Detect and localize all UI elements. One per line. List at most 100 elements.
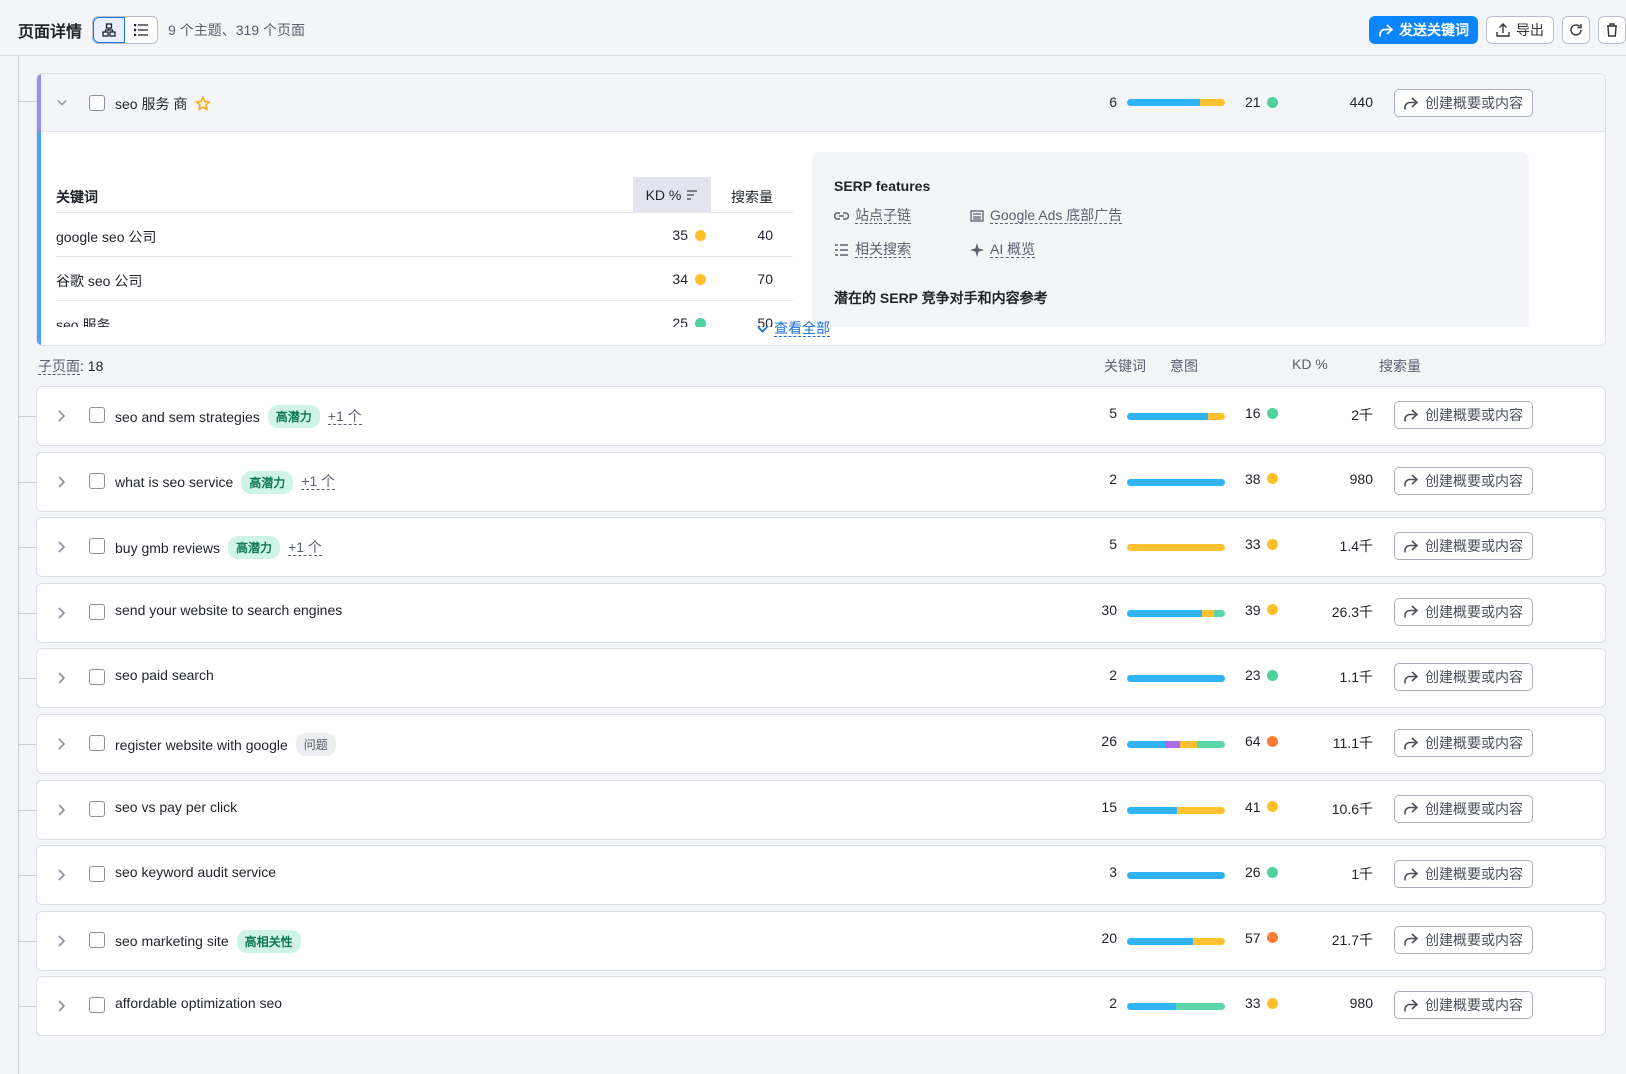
subpage-row[interactable]: seo paid search 2 23 1.1千 创建概要或内容 bbox=[36, 648, 1606, 709]
kd-cell: 16 bbox=[1245, 405, 1278, 421]
list-view-button[interactable] bbox=[125, 17, 157, 43]
subpage-name: register website with google 问题 bbox=[115, 733, 336, 756]
subpage-title[interactable]: what is seo service bbox=[115, 474, 233, 490]
subpage-title[interactable]: register website with google bbox=[115, 737, 288, 753]
create-content-button[interactable]: 创建概要或内容 bbox=[1394, 925, 1533, 954]
row-checkbox[interactable] bbox=[89, 866, 105, 883]
more-tags-link[interactable]: +1 个 bbox=[288, 539, 322, 556]
expand-button[interactable] bbox=[58, 803, 68, 816]
col-keywords[interactable]: 关键词 bbox=[1104, 356, 1146, 376]
chevron-down-icon[interactable] bbox=[57, 98, 67, 108]
subpage-row[interactable]: affordable optimization seo 2 33 980 创建概要或内容 bbox=[36, 976, 1606, 1037]
subpage-tag: 高潜力 bbox=[228, 536, 281, 560]
serp-feature-label: 站点子链 bbox=[855, 207, 911, 224]
create-content-button[interactable]: 创建概要或内容 bbox=[1394, 991, 1533, 1020]
subpage-row[interactable]: buy gmb reviews 高潜力 +1 个 5 33 1.4千 创建概要或内容 bbox=[36, 517, 1606, 578]
expand-button[interactable] bbox=[58, 934, 68, 947]
expand-button[interactable] bbox=[58, 737, 68, 750]
more-tags-link[interactable]: +1 个 bbox=[301, 474, 336, 491]
subpage-row[interactable]: seo keyword audit service 3 26 1千 创建概要或内容 bbox=[36, 845, 1606, 906]
tree-connector bbox=[18, 809, 36, 811]
col-kd-sorted[interactable]: KD % bbox=[633, 177, 711, 213]
col-kd-label: KD % bbox=[645, 187, 682, 203]
tree-view-button[interactable] bbox=[93, 16, 126, 43]
row-checkbox[interactable] bbox=[89, 931, 105, 948]
kd-cell: 26 bbox=[1245, 864, 1278, 880]
row-checkbox[interactable] bbox=[89, 669, 105, 686]
kd-level-dot bbox=[1266, 932, 1278, 944]
intent-bar bbox=[1127, 1003, 1225, 1011]
view-toggle bbox=[92, 15, 159, 44]
send-keywords-button[interactable]: 发送关键词 bbox=[1369, 16, 1478, 44]
create-content-button[interactable]: 创建概要或内容 bbox=[1394, 532, 1533, 561]
expand-button[interactable] bbox=[58, 540, 68, 553]
keyword-count: 2 bbox=[1109, 470, 1117, 487]
share-arrow-icon bbox=[1404, 868, 1418, 881]
subpage-row[interactable]: what is seo service 高潜力 +1 个 2 38 980 创建概要或内容 bbox=[36, 451, 1606, 512]
create-content-button[interactable]: 创建概要或内容 bbox=[1394, 466, 1533, 495]
create-content-label: 创建概要或内容 bbox=[1425, 538, 1523, 555]
expand-button[interactable] bbox=[58, 671, 68, 684]
search-volume: 980 bbox=[1349, 995, 1373, 1012]
col-volume[interactable]: 搜索量 bbox=[726, 187, 773, 207]
col-volume[interactable]: 搜索量 bbox=[1379, 356, 1421, 376]
row-checkbox[interactable] bbox=[89, 407, 105, 423]
subpage-row[interactable]: seo marketing site 高相关性 20 57 21.7千 创建概要或内容 bbox=[36, 910, 1606, 971]
serp-feature-label: Google Ads 底部广告 bbox=[990, 207, 1123, 224]
refresh-button[interactable] bbox=[1562, 16, 1590, 44]
keyword-kd: 35 bbox=[646, 227, 706, 243]
related-list-icon bbox=[835, 244, 848, 256]
subpage-title[interactable]: send your website to search engines bbox=[115, 602, 342, 618]
group-create-content-button[interactable]: 创建概要或内容 bbox=[1394, 89, 1533, 117]
subpage-title[interactable]: seo and sem strategies bbox=[115, 409, 260, 425]
subpage-row[interactable]: register website with google 问题 26 64 11.1千 创… bbox=[36, 714, 1606, 774]
kd-cell: 39 bbox=[1245, 602, 1278, 618]
serp-features-panel: SERP features 站点子链 Google Ads 底部广告 相关搜索 … bbox=[812, 152, 1529, 342]
expand-button[interactable] bbox=[58, 999, 68, 1012]
expand-button[interactable] bbox=[58, 475, 68, 488]
subpage-row[interactable]: seo and sem strategies 高潜力 +1 个 5 16 2千 创建概要或内… bbox=[36, 386, 1606, 446]
row-checkbox[interactable] bbox=[89, 735, 105, 751]
create-content-button[interactable]: 创建概要或内容 bbox=[1394, 794, 1533, 823]
group-checkbox[interactable] bbox=[89, 95, 105, 111]
subpage-title[interactable]: seo vs pay per click bbox=[115, 799, 237, 815]
col-kd[interactable]: KD % bbox=[1292, 356, 1328, 372]
row-checkbox[interactable] bbox=[89, 603, 105, 620]
row-checkbox[interactable] bbox=[89, 997, 105, 1014]
subpage-title[interactable]: seo paid search bbox=[115, 667, 214, 683]
keyword-count: 2 bbox=[1109, 667, 1117, 684]
create-content-button[interactable]: 创建概要或内容 bbox=[1394, 860, 1533, 889]
intent-segment-yellow bbox=[1199, 99, 1225, 106]
col-intent[interactable]: 意图 bbox=[1170, 356, 1198, 376]
subpages-header: 子页面: 18 关键词 意图 KD % 搜索量 bbox=[38, 356, 1608, 376]
row-checkbox[interactable] bbox=[89, 472, 105, 489]
expand-button[interactable] bbox=[58, 409, 68, 422]
chevron-right-icon bbox=[58, 869, 66, 881]
page-header: 页面详情 9 个主题、319 个页面 发送关键词 导出 bbox=[0, 4, 1626, 56]
subpage-title[interactable]: seo keyword audit service bbox=[115, 864, 276, 880]
create-content-button[interactable]: 创建概要或内容 bbox=[1394, 597, 1533, 626]
group-header-row[interactable]: seo 服务 商 6 21 440 创建概要或内容 bbox=[41, 74, 1605, 132]
subpage-row[interactable]: seo vs pay per click 15 41 10.6千 创建概要或内容 bbox=[36, 779, 1606, 840]
expand-button[interactable] bbox=[58, 868, 68, 881]
row-checkbox[interactable] bbox=[89, 800, 105, 817]
subpage-title[interactable]: affordable optimization seo bbox=[115, 995, 282, 1011]
group-kd-value: 21 bbox=[1245, 94, 1261, 110]
create-content-button[interactable]: 创建概要或内容 bbox=[1394, 663, 1533, 692]
delete-button[interactable] bbox=[1598, 16, 1626, 44]
more-tags-link[interactable]: +1 个 bbox=[327, 408, 362, 425]
star-icon[interactable] bbox=[195, 96, 212, 112]
subpage-title[interactable]: seo marketing site bbox=[115, 933, 229, 949]
kd-value: 57 bbox=[1245, 929, 1261, 946]
keyword-count: 5 bbox=[1109, 536, 1117, 553]
expand-button[interactable] bbox=[58, 606, 68, 619]
create-content-button[interactable]: 创建概要或内容 bbox=[1394, 401, 1533, 429]
view-all-link[interactable]: 查看全部 bbox=[757, 321, 830, 337]
row-checkbox[interactable] bbox=[89, 538, 105, 555]
create-content-button[interactable]: 创建概要或内容 bbox=[1394, 729, 1533, 757]
subpage-row[interactable]: send your website to search engines 30 39 2… bbox=[36, 582, 1606, 643]
export-button[interactable]: 导出 bbox=[1486, 16, 1554, 44]
search-volume: 26.3千 bbox=[1331, 603, 1373, 620]
subpage-title[interactable]: buy gmb reviews bbox=[115, 540, 220, 556]
main-content: seo 服务 商 6 21 440 创建概要或内容 关键词 KD % 搜索量 g… bbox=[0, 56, 1626, 1074]
